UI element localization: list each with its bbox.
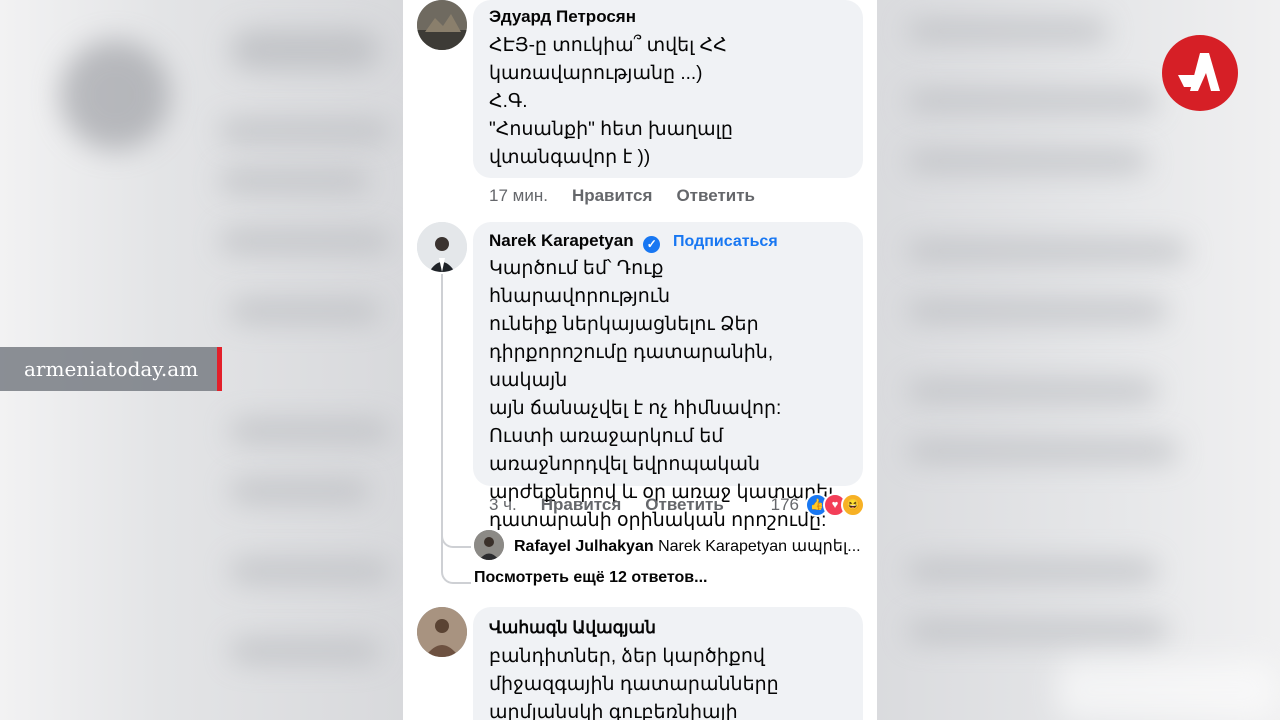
reply-button[interactable]: Ответить xyxy=(676,186,755,206)
comment-author[interactable]: Narek Karapetyan xyxy=(489,231,634,250)
avatar[interactable] xyxy=(474,530,504,560)
comment-text: ՀԷՅ-ը տուկիա՞ տվել ՀՀ կառավարությանը ...… xyxy=(489,35,733,168)
comment-time[interactable]: 3 ч. xyxy=(489,495,517,515)
follow-button[interactable]: Подписаться xyxy=(673,233,778,250)
comments-panel: Эдуард Петросян ՀԷՅ-ը տուկիա՞ տվել ՀՀ կա… xyxy=(403,0,877,720)
thread-line xyxy=(441,274,443,544)
comment-actions: 17 мин. Нравится Ответить xyxy=(489,186,755,206)
thread-connector xyxy=(441,540,471,584)
avatar[interactable] xyxy=(417,0,467,50)
avatar-photo-icon xyxy=(417,607,467,657)
comment-author[interactable]: Վահագն Ավագյան xyxy=(489,617,847,639)
armeniatoday-logo-icon xyxy=(1162,35,1238,111)
reply-preview[interactable]: Rafayel Julhakyan Narek Karapetyan ապրել… xyxy=(514,536,861,556)
comment-bubble: Narek Karapetyan ✓ Подписаться Կարծում ե… xyxy=(473,222,863,531)
comment-actions: 3 ч. Нравится Ответить 176 👍 ♥ 😆 xyxy=(489,493,865,517)
reply-text: Narek Karapetyan ապրել... xyxy=(658,538,861,555)
haha-reaction-icon: 😆 xyxy=(841,493,865,517)
reaction-summary[interactable]: 176 👍 ♥ 😆 xyxy=(771,493,865,517)
reply-author[interactable]: Rafayel Julhakyan xyxy=(514,538,654,555)
avatar-photo-icon xyxy=(417,222,467,272)
comment-bubble: Эдуард Петросян ՀԷՅ-ը տուկիա՞ տվել ՀՀ կա… xyxy=(473,0,863,178)
like-button[interactable]: Нравится xyxy=(541,495,622,515)
comment-bubble: Վահագն Ավագյան բանդիտներ, ձեր կարծիքով մ… xyxy=(473,607,863,720)
view-more-replies[interactable]: Посмотреть ещё 12 ответов... xyxy=(474,569,707,587)
comment-author-row: Narek Karapetyan ✓ Подписаться xyxy=(489,230,847,253)
avatar[interactable] xyxy=(417,222,467,272)
avatar[interactable] xyxy=(417,607,467,657)
comment-time[interactable]: 17 мин. xyxy=(489,186,548,206)
verified-badge-icon: ✓ xyxy=(643,236,661,253)
comment-text: բանդիտներ, ձեր կարծիքով միջազգային դատար… xyxy=(489,646,779,720)
avatar-photo-icon xyxy=(417,0,467,50)
reply-button[interactable]: Ответить xyxy=(645,495,724,515)
like-button[interactable]: Нравится xyxy=(572,186,653,206)
comment-author[interactable]: Эдуард Петросян xyxy=(489,6,847,28)
reaction-count: 176 xyxy=(770,495,799,514)
avatar-photo-icon xyxy=(474,530,504,560)
site-watermark: armeniatoday.am xyxy=(0,347,222,391)
